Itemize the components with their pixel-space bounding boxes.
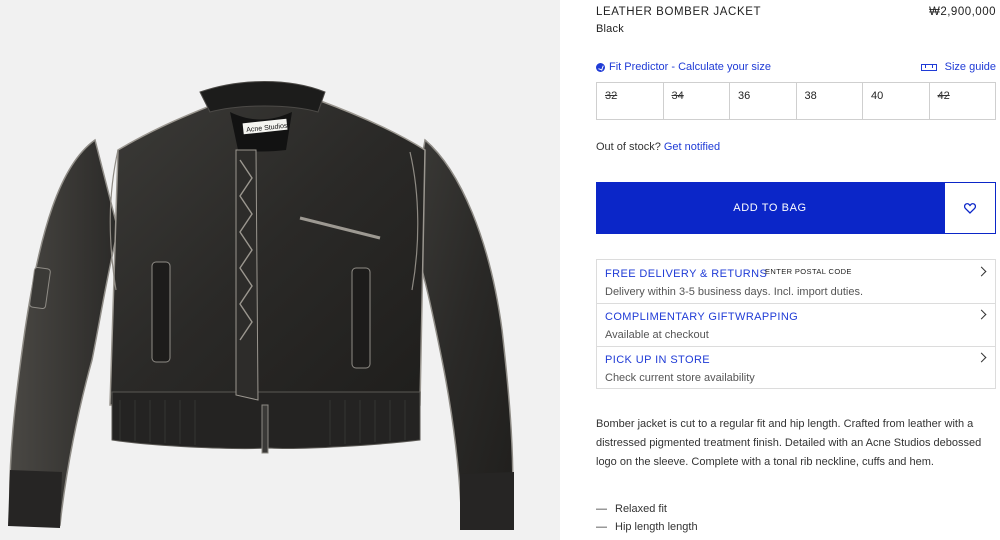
size-label: 36 — [738, 90, 751, 102]
size-option[interactable]: 42 — [930, 83, 996, 119]
size-label: 34 — [671, 90, 684, 102]
ruler-icon — [920, 63, 937, 71]
pickup-subtitle: Check current store availability — [605, 372, 755, 384]
size-option[interactable]: 40 — [863, 83, 930, 119]
out-of-stock-text: Out of stock? — [596, 141, 661, 153]
product-color: Black — [596, 23, 624, 35]
feature-text: Hip length length — [615, 521, 698, 533]
giftwrap-title: COMPLIMENTARY GIFTWRAPPING — [605, 311, 799, 323]
size-label: 32 — [605, 90, 618, 102]
size-label: 40 — [871, 90, 884, 102]
feature-list: — Relaxed fit — Hip length length — [596, 503, 698, 539]
cta-row: ADD TO BAG — [596, 182, 996, 234]
fit-predictor-icon — [596, 62, 605, 72]
size-option[interactable]: 32 — [597, 83, 664, 119]
feature-item: — Hip length length — [596, 521, 698, 539]
get-notified-link[interactable]: Get notified — [664, 141, 720, 153]
size-label: 42 — [937, 90, 950, 102]
wishlist-button[interactable] — [944, 182, 996, 234]
enter-postal-code-link[interactable]: ENTER POSTAL CODE — [765, 267, 852, 276]
delivery-row[interactable]: FREE DELIVERY & RETURNS ENTER POSTAL COD… — [597, 260, 995, 304]
out-of-stock-row: Out of stock? Get notified — [596, 141, 720, 153]
size-label: 38 — [804, 90, 817, 102]
size-option[interactable]: 34 — [664, 83, 730, 119]
delivery-subtitle: Delivery within 3-5 business days. Incl.… — [605, 286, 863, 298]
product-price: ₩2,900,000 — [928, 6, 996, 18]
chevron-right-icon — [976, 352, 987, 363]
pickup-row[interactable]: PICK UP IN STORE Check current store ava… — [597, 346, 995, 389]
size-option[interactable]: 36 — [730, 83, 797, 119]
service-info-box: FREE DELIVERY & RETURNS ENTER POSTAL COD… — [596, 259, 996, 389]
size-guide-label: Size guide — [944, 61, 996, 73]
pickup-title: PICK UP IN STORE — [605, 354, 711, 366]
product-image[interactable]: Acne Studios — [0, 0, 560, 540]
jacket-illustration: Acne Studios — [8, 81, 514, 530]
product-description: Bomber jacket is cut to a regular fit an… — [596, 418, 982, 468]
size-selector: 32 34 36 38 40 42 — [596, 82, 996, 120]
dash-icon: — — [596, 503, 607, 515]
dash-icon: — — [596, 521, 607, 533]
feature-item: — Relaxed fit — [596, 503, 698, 521]
fit-predictor-link[interactable]: Fit Predictor - Calculate your size — [596, 61, 771, 73]
size-option[interactable]: 38 — [797, 83, 863, 119]
chevron-right-icon — [976, 266, 987, 277]
feature-text: Relaxed fit — [615, 503, 667, 515]
add-to-bag-button[interactable]: ADD TO BAG — [596, 182, 944, 234]
fit-predictor-label: Fit Predictor - Calculate your size — [609, 61, 771, 73]
heart-icon — [964, 202, 976, 214]
giftwrap-row[interactable]: COMPLIMENTARY GIFTWRAPPING Available at … — [597, 303, 995, 347]
giftwrap-subtitle: Available at checkout — [605, 329, 709, 341]
chevron-right-icon — [976, 309, 987, 320]
product-title: LEATHER BOMBER JACKET — [596, 6, 762, 18]
size-guide-link[interactable]: Size guide — [920, 61, 996, 73]
product-details: LEATHER BOMBER JACKET ₩2,900,000 Black F… — [596, 0, 996, 540]
fit-row: Fit Predictor - Calculate your size Size… — [596, 61, 996, 77]
delivery-title: FREE DELIVERY & RETURNS — [605, 268, 768, 280]
